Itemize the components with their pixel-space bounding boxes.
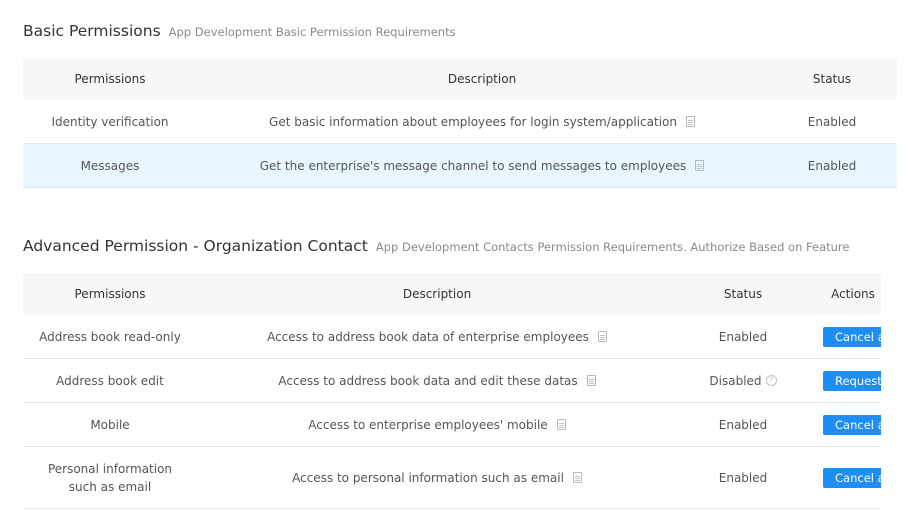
advanced-permissions-title: Advanced Permission - Organization Conta…: [23, 237, 368, 255]
table-row: Address book edit Access to address book…: [23, 359, 897, 403]
scroll-clip-edge: [881, 273, 897, 509]
advanced-permissions-subtitle: App Development Contacts Permission Requ…: [375, 240, 850, 254]
permission-description: Access to address book data and edit the…: [197, 374, 677, 388]
status-text: Enabled: [718, 417, 768, 432]
document-icon[interactable]: [685, 116, 695, 127]
status-text: Disabled: [709, 373, 762, 388]
advanced-permissions-section: Advanced Permission - Organization Conta…: [23, 237, 897, 509]
header-status: Status: [723, 287, 763, 301]
permission-name: Mobile: [90, 417, 130, 432]
table-row: Personal information such as email Acces…: [23, 447, 897, 509]
description-text: Access to enterprise employees' mobile: [308, 417, 548, 432]
status-text: Enabled: [718, 470, 768, 485]
document-icon[interactable]: [556, 419, 566, 430]
status-cell: Disabled ?: [677, 374, 809, 388]
basic-permissions-table: Permissions Description Status Identity …: [23, 58, 897, 188]
permission-name: Address book edit: [56, 373, 164, 388]
table-row: Mobile Access to enterprise employees' m…: [23, 403, 897, 447]
description-text: Access to personal information such as e…: [292, 470, 564, 485]
header-permissions: Permissions: [74, 287, 146, 301]
permission-name-cell: Personal information such as email: [23, 460, 197, 496]
request-button[interactable]: Request: [823, 370, 883, 391]
help-circle-icon[interactable]: ?: [765, 375, 777, 386]
table-row: Identity verification Get basic informat…: [23, 100, 897, 144]
table-header: Permissions Description Status Actions: [23, 273, 897, 315]
document-icon[interactable]: [572, 472, 582, 483]
permission-description: Access to address book data of enterpris…: [197, 330, 677, 344]
table-row: Address book read-only Access to address…: [23, 315, 897, 359]
table-header: Permissions Description Status: [23, 58, 897, 100]
document-icon[interactable]: [597, 331, 607, 342]
permission-name: Personal information such as email: [47, 461, 173, 494]
description-text: Access to address book data and edit the…: [278, 373, 578, 388]
status-text: Enabled: [718, 329, 768, 344]
basic-permissions-subtitle: App Development Basic Permission Require…: [168, 25, 456, 39]
status-text: Enabled: [807, 158, 857, 173]
document-icon[interactable]: [586, 375, 596, 386]
permission-name: Messages: [80, 158, 140, 173]
basic-permissions-title: Basic Permissions: [23, 22, 161, 40]
description-text: Get the enterprise's message channel to …: [259, 158, 687, 173]
permission-description: Access to enterprise employees' mobile: [197, 418, 677, 432]
header-description: Description: [402, 287, 472, 301]
advanced-permissions-table: Permissions Description Status Actions A…: [23, 273, 897, 509]
description-text: Access to address book data of enterpris…: [267, 329, 589, 344]
advanced-permissions-header: Advanced Permission - Organization Conta…: [23, 237, 897, 261]
permission-description: Get the enterprise's message channel to …: [197, 159, 767, 173]
permission-description: Access to personal information such as e…: [197, 471, 677, 485]
table-row: Messages Get the enterprise's message ch…: [23, 144, 897, 188]
permission-name: Identity verification: [51, 114, 169, 129]
document-icon[interactable]: [695, 160, 705, 171]
header-permissions: Permissions: [74, 72, 146, 86]
status-text: Enabled: [807, 114, 857, 129]
basic-permissions-header: Basic Permissions App Development Basic …: [23, 22, 897, 46]
header-status: Status: [812, 72, 852, 86]
basic-permissions-section: Basic Permissions App Development Basic …: [23, 22, 897, 188]
permission-description: Get basic information about employees fo…: [197, 115, 767, 129]
description-text: Get basic information about employees fo…: [269, 114, 677, 129]
header-description: Description: [447, 72, 517, 86]
permission-name: Address book read-only: [39, 329, 181, 344]
